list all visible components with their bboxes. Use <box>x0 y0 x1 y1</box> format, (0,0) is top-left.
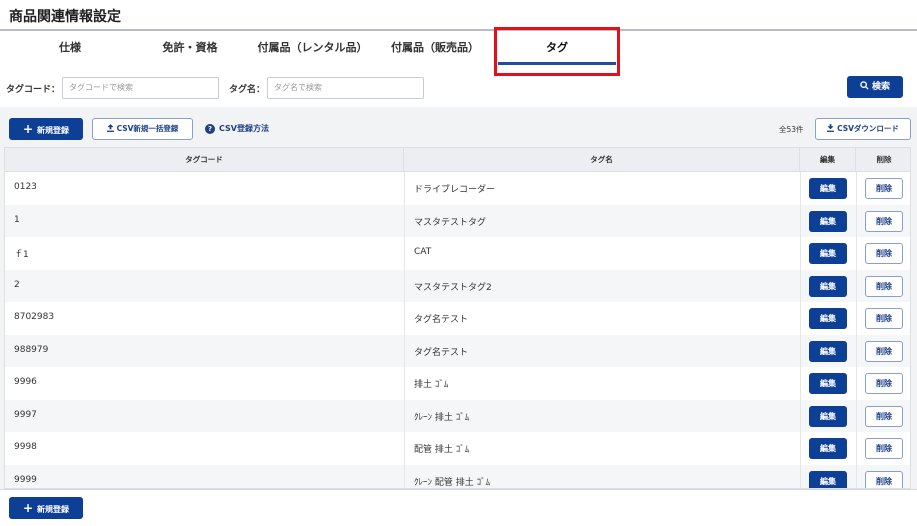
edit-button[interactable]: 編集 <box>809 340 847 362</box>
column-divider <box>856 172 857 488</box>
plus-icon: + <box>22 501 34 515</box>
tag-code-cell: 8702983 <box>14 312 55 322</box>
title-bar: 商品関連情報設定 <box>0 0 917 31</box>
download-icon <box>827 124 835 132</box>
search-button[interactable]: 検索 <box>847 76 903 98</box>
footer-add-new-label: 新規登録 <box>37 505 70 514</box>
table-row: 0123 ドライブレコーダー 編集 削除 <box>5 172 910 205</box>
delete-button[interactable]: 削除 <box>865 438 903 459</box>
tab-license[interactable]: 免許・資格 <box>140 33 240 73</box>
csv-bulk-register-label: CSV新規一括登録 <box>116 124 179 133</box>
tag-code-cell: 9997 <box>14 409 37 420</box>
toolbar: + 新規登録 CSV新規一括登録 ? CSV登録方法 全53件 CSVダウンロード <box>0 107 917 147</box>
tag-code-cell: 0123 <box>14 182 37 192</box>
tag-name-cell: CAT <box>414 247 432 257</box>
edit-button[interactable]: 編集 <box>809 308 847 329</box>
tag-table: タグコード タグ名 編集 削除 0123 ドライブレコーダー 編集 削除 1 マスタテスト… <box>4 147 911 489</box>
csv-help-label: CSV登録方法 <box>219 124 269 133</box>
delete-button[interactable]: 削除 <box>865 405 903 427</box>
tag-code-cell: 1 <box>14 214 20 225</box>
delete-button[interactable]: 削除 <box>865 275 903 297</box>
delete-button[interactable]: 削除 <box>865 340 903 362</box>
tag-name-cell: タグ名テスト <box>414 347 469 358</box>
table-row: 1 マスタテストタグ 編集 削除 <box>5 204 910 237</box>
csv-download-label: CSVダウンロード <box>837 124 899 133</box>
tab-accessory-sale[interactable]: 付属品（販売品） <box>385 33 485 73</box>
tag-name-cell: ドライブレコーダー <box>414 185 496 195</box>
plus-icon: + <box>22 122 34 136</box>
table-row: 9996 排土 ｺﾞﾑ 編集 削除 <box>5 367 910 400</box>
page-title: 商品関連情報設定 <box>9 9 121 25</box>
tag-code-input[interactable]: タグコードで検索 <box>62 77 219 99</box>
delete-button[interactable]: 削除 <box>865 470 903 488</box>
tag-code-label: タグコード： <box>6 85 61 95</box>
csv-download-button[interactable]: CSVダウンロード <box>815 118 911 140</box>
tag-name-input[interactable]: タグ名で検索 <box>267 77 424 99</box>
tag-code-cell: 9996 <box>14 377 37 387</box>
edit-button[interactable]: 編集 <box>809 275 847 297</box>
delete-button[interactable]: 削除 <box>865 308 903 329</box>
add-new-label: 新規登録 <box>37 126 70 135</box>
help-icon: ? <box>205 124 215 134</box>
search-icon <box>860 81 869 90</box>
delete-button[interactable]: 削除 <box>865 178 903 199</box>
delete-button[interactable]: 削除 <box>865 243 903 264</box>
highlight-box <box>494 27 620 76</box>
column-header-tag-code: タグコード <box>5 148 404 172</box>
tag-name-cell: 配管 排土 ｺﾞﾑ <box>414 445 470 455</box>
tag-code-cell: 988979 <box>14 344 49 355</box>
tab-bar: 仕様 免許・資格 付属品（レンタル品） 付属品（販売品） タグ <box>0 33 917 75</box>
total-count: 全53件 <box>779 125 804 134</box>
tag-code-cell: ｆ1 <box>14 250 29 260</box>
csv-bulk-register-button[interactable]: CSV新規一括登録 <box>92 118 193 140</box>
tag-name-cell: タグ名テスト <box>414 315 469 325</box>
column-header-delete: 削除 <box>876 155 892 164</box>
edit-button[interactable]: 編集 <box>809 243 847 264</box>
content-area: + 新規登録 CSV新規一括登録 ? CSV登録方法 全53件 CSVダウンロード … <box>0 107 917 489</box>
tab-accessory-rental[interactable]: 付属品（レンタル品） <box>250 33 375 73</box>
search-bar: タグコード： タグコードで検索 タグ名： タグ名で検索 検索 <box>0 76 917 106</box>
column-divider <box>800 172 801 488</box>
table-row: 9997 ｸﾚｰﾝ 排土 ｺﾞﾑ 編集 削除 <box>5 399 910 432</box>
edit-button[interactable]: 編集 <box>809 178 847 199</box>
tag-name-cell: マスタテストタグ <box>414 217 487 228</box>
edit-button[interactable]: 編集 <box>809 405 847 427</box>
column-divider <box>404 172 405 488</box>
column-header-tag-name: タグ名 <box>404 148 800 172</box>
edit-button[interactable]: 編集 <box>809 438 847 459</box>
table-row: 2 マスタテストタグ2 編集 削除 <box>5 269 910 302</box>
table-row: ｆ1 CAT 編集 削除 <box>5 237 910 270</box>
table-header: タグコード タグ名 編集 削除 <box>5 148 910 172</box>
edit-button[interactable]: 編集 <box>809 470 847 488</box>
table-row: 9999 ｸﾚｰﾝ 配管 排土 ｺﾞﾑ 編集 削除 <box>5 464 910 488</box>
delete-button[interactable]: 削除 <box>865 373 903 394</box>
footer-bar: + 新規登録 <box>0 489 917 526</box>
edit-button[interactable]: 編集 <box>809 210 847 232</box>
upload-icon <box>106 124 114 132</box>
column-header-edit: 編集 <box>800 148 856 172</box>
tag-name-label: タグ名： <box>229 85 266 95</box>
footer-add-new-button[interactable]: + 新規登録 <box>9 497 83 519</box>
table-row: 988979 タグ名テスト 編集 削除 <box>5 334 910 367</box>
tag-code-cell: 9999 <box>14 474 37 485</box>
tag-code-cell: 9998 <box>14 442 37 452</box>
add-new-button[interactable]: + 新規登録 <box>9 118 83 140</box>
tag-name-cell: ｸﾚｰﾝ 排土 ｺﾞﾑ <box>414 412 470 423</box>
search-button-label: 検索 <box>871 82 890 92</box>
tab-spec[interactable]: 仕様 <box>20 33 120 73</box>
tag-name-cell: 排土 ｺﾞﾑ <box>414 380 449 390</box>
edit-button[interactable]: 編集 <box>809 373 847 394</box>
csv-help-link[interactable]: ? CSV登録方法 <box>205 123 269 134</box>
table-row: 8702983 タグ名テスト 編集 削除 <box>5 302 910 335</box>
table-row: 9998 配管 排土 ｺﾞﾑ 編集 削除 <box>5 432 910 465</box>
tag-name-cell: マスタテストタグ2 <box>414 282 492 293</box>
tag-code-cell: 2 <box>14 279 20 290</box>
tag-name-cell: ｸﾚｰﾝ 配管 排土 ｺﾞﾑ <box>414 477 491 488</box>
delete-button[interactable]: 削除 <box>865 210 903 232</box>
